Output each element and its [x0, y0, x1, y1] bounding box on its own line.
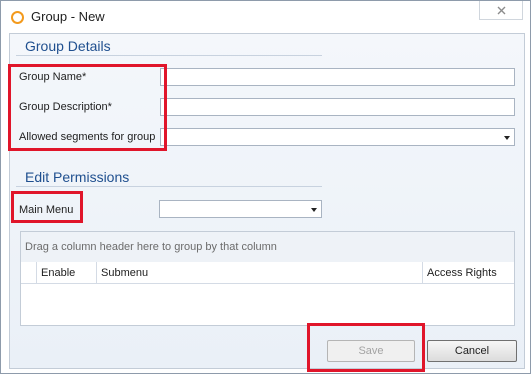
group-name-field[interactable] — [160, 68, 515, 86]
row-indicator-header — [21, 262, 37, 283]
close-button[interactable] — [479, 1, 523, 20]
cancel-button[interactable]: Cancel — [427, 340, 517, 362]
close-icon — [497, 6, 505, 14]
highlight-group-detail-labels — [8, 64, 167, 151]
group-by-hint: Drag a column header here to group by th… — [25, 241, 277, 253]
chevron-down-icon — [311, 208, 317, 212]
edit-permissions-title: Edit Permissions — [25, 169, 130, 185]
group-new-dialog: Group - New Group Details Group Name* Gr… — [0, 0, 531, 374]
circle-icon — [11, 11, 24, 24]
group-details-divider — [16, 55, 322, 56]
highlight-main-menu-label — [11, 191, 83, 223]
column-header-enable[interactable]: Enable — [37, 262, 97, 283]
group-description-field[interactable] — [160, 98, 515, 116]
edit-permissions-divider — [16, 186, 322, 187]
highlight-save-button — [307, 323, 425, 372]
group-details-title: Group Details — [25, 38, 111, 54]
allowed-segments-dropdown[interactable] — [160, 128, 515, 146]
column-header-access-rights[interactable]: Access Rights — [423, 262, 514, 283]
group-by-panel[interactable]: Drag a column header here to group by th… — [21, 232, 514, 263]
column-header-submenu[interactable]: Submenu — [97, 262, 423, 283]
chevron-down-icon — [504, 136, 510, 140]
main-menu-dropdown[interactable] — [159, 200, 322, 218]
column-header-enable-label: Enable — [41, 267, 76, 279]
title-bar[interactable]: Group - New — [1, 1, 530, 33]
grid-header-row: Enable Submenu Access Rights — [21, 262, 514, 284]
column-header-access-rights-label: Access Rights — [427, 267, 497, 279]
column-header-submenu-label: Submenu — [101, 267, 149, 279]
window-title: Group - New — [31, 9, 105, 24]
permissions-grid[interactable]: Drag a column header here to group by th… — [20, 231, 515, 326]
